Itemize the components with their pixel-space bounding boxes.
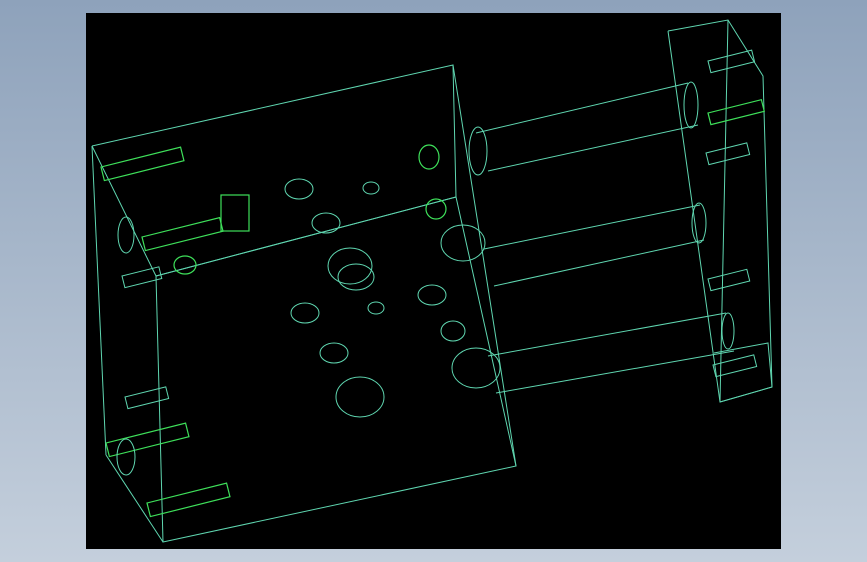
ejector-pin (707, 98, 765, 126)
ejector-pin (100, 146, 185, 182)
guide-rod-line (475, 82, 689, 134)
bore-ellipse (284, 178, 314, 200)
guide-rod-line (495, 350, 735, 394)
guide-rods (468, 81, 735, 394)
plate-left-edge (91, 145, 107, 456)
bore-ellipse (319, 342, 349, 364)
guide-rod-line (487, 312, 727, 357)
guide-rod-line (483, 204, 701, 250)
ejector-pin (146, 482, 231, 518)
rod-end-ellipse (683, 81, 699, 129)
bore-ellipse (440, 320, 466, 342)
guide-rod-line (493, 239, 705, 287)
guide-rod-line (487, 124, 699, 172)
mold-plate-back (667, 19, 773, 403)
side-slots (116, 49, 758, 476)
slot-ellipse (116, 438, 136, 476)
slot-body (707, 49, 756, 74)
plate-back-edge (452, 64, 517, 467)
ejector-pin (105, 422, 190, 458)
bore-ellipse (290, 302, 320, 324)
bore-ellipse (417, 284, 447, 306)
slot-body (712, 354, 758, 378)
ejector-pins (100, 98, 765, 518)
plate-front-face (155, 196, 517, 543)
bore-ellipse (367, 301, 385, 315)
bore-ellipse (451, 347, 501, 389)
ejector-pin (220, 194, 250, 232)
slot-ellipse (117, 216, 135, 254)
rod-end-ellipse (721, 312, 735, 350)
plate-bottom-edge (105, 454, 164, 543)
bores (284, 178, 501, 418)
slot-body (705, 142, 751, 166)
cad-application-window (0, 0, 867, 562)
graphics-viewport[interactable] (86, 13, 781, 549)
back-plate-lower-block (713, 342, 773, 403)
bore-ellipse (362, 181, 380, 195)
rod-end-ellipse (691, 202, 707, 244)
slot-body (124, 386, 170, 410)
pin-end (418, 144, 440, 170)
slot-body (707, 268, 751, 292)
bore-ellipse (311, 212, 341, 234)
wireframe-model (91, 19, 773, 543)
rod-end-ellipse (468, 126, 488, 176)
bore-ellipse (335, 376, 385, 418)
pin-end (173, 255, 197, 275)
bore-ellipse (337, 263, 375, 291)
ejector-pin (141, 216, 224, 252)
